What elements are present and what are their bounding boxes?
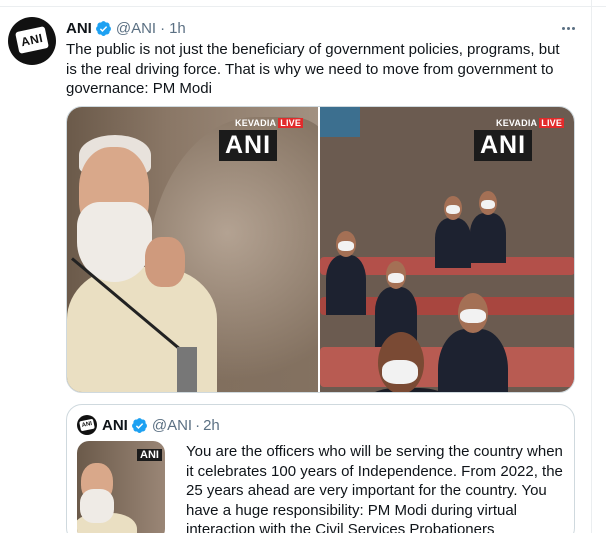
tweet-media[interactable]: KEVADIA LIVE ANI KEVADIA LIVE ANI: [66, 106, 575, 393]
author-handle[interactable]: @ANI: [116, 20, 156, 37]
avatar[interactable]: ANI: [8, 17, 56, 65]
quoted-tweet[interactable]: ANI ANI @ANI · 2h ANI You are the office…: [66, 404, 575, 533]
thumb-speaker-beard: [80, 489, 114, 523]
mic-stand: [177, 347, 197, 392]
timeline-border: [591, 0, 592, 533]
more-options-icon[interactable]: [558, 18, 578, 38]
speaker-hand: [145, 237, 185, 287]
watermark-place: KEVADIA LIVE: [496, 118, 565, 128]
quoted-avatar-logo: ANI: [79, 418, 95, 432]
ani-watermark-logo: ANI: [137, 449, 162, 461]
watermark-place: KEVADIA LIVE: [235, 118, 304, 128]
ani-watermark-logo: ANI: [474, 130, 533, 161]
verified-badge-icon: [95, 20, 111, 36]
quoted-tweet-text: You are the officers who will be serving…: [186, 443, 563, 533]
quoted-author-name[interactable]: ANI: [102, 417, 128, 434]
top-divider: [0, 6, 606, 7]
author-name[interactable]: ANI: [66, 20, 92, 37]
media-image-speaker[interactable]: KEVADIA LIVE ANI: [67, 107, 318, 392]
tweet-header: ANI @ANI · 1h: [66, 18, 186, 38]
quoted-author-handle[interactable]: @ANI: [152, 417, 192, 434]
tweet-text: The public is not just the beneficiary o…: [66, 41, 560, 97]
separator-dot: ·: [160, 19, 166, 37]
avatar-logo: ANI: [15, 26, 49, 54]
separator-dot: ·: [195, 416, 201, 434]
ani-watermark-logo: ANI: [219, 130, 278, 161]
media-image-audience[interactable]: KEVADIA LIVE ANI: [320, 107, 574, 392]
tweet-timestamp[interactable]: 1h: [169, 20, 186, 37]
stage-screen: [320, 107, 360, 137]
quoted-tweet-header: ANI @ANI · 2h: [102, 415, 220, 435]
quoted-timestamp[interactable]: 2h: [203, 417, 220, 434]
verified-badge-icon: [131, 417, 147, 433]
quoted-avatar[interactable]: ANI: [77, 415, 97, 435]
quoted-media-thumbnail[interactable]: ANI: [77, 441, 165, 533]
